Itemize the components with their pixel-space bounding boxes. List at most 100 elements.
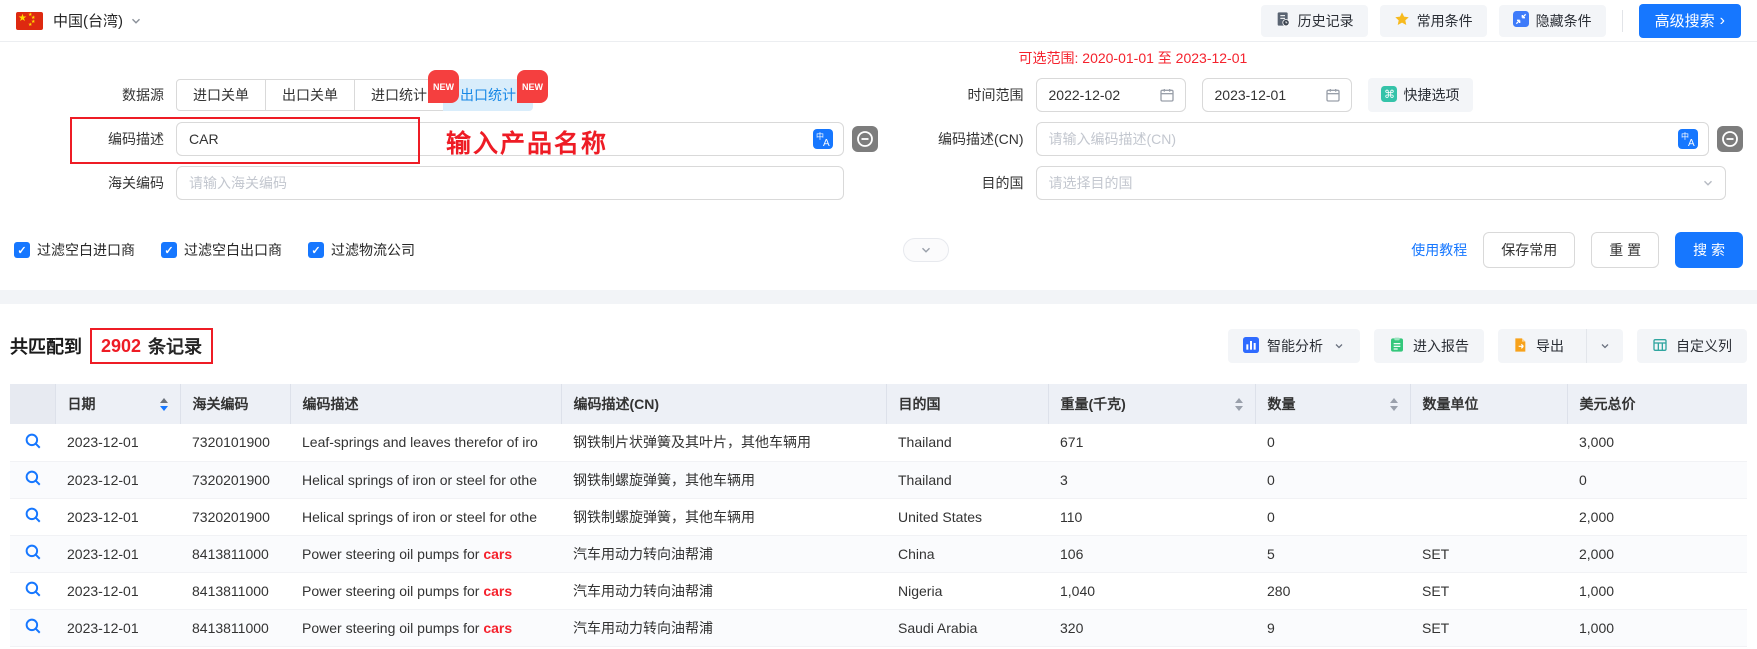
- chevron-down-icon: [1601, 344, 1609, 349]
- col-weight-header[interactable]: 重量(千克): [1048, 384, 1256, 424]
- sort-control[interactable]: [159, 397, 168, 411]
- cell-weight: 671: [1048, 424, 1255, 462]
- checkbox-filter-logistics[interactable]: ✓ 过滤物流公司: [308, 240, 415, 260]
- cell-hs-code: 7320201900: [180, 461, 290, 499]
- cell-weight: 320: [1048, 609, 1255, 647]
- col-actions-header: [10, 384, 56, 424]
- filter-options-row: ✓ 过滤空白进口商 ✓ 过滤空白出口商 ✓ 过滤物流公司 使用教程 保存常用 重…: [14, 230, 1743, 270]
- hide-conditions-button-label: 隐藏条件: [1535, 12, 1592, 29]
- cell-date: 2023-12-01: [55, 535, 180, 573]
- date-to-input[interactable]: [1212, 86, 1319, 104]
- col-country-header: 目的国: [886, 384, 1049, 424]
- cell-desc: Power steering oil pumps for cars: [290, 535, 561, 573]
- hs-code-input[interactable]: [187, 174, 833, 192]
- cell-hs-code: 7320101900: [180, 424, 290, 462]
- cell-desc: Leaf-springs and leaves therefor of iro: [290, 424, 561, 462]
- cell-hs-code: 8413811000: [180, 535, 290, 573]
- date-from-input[interactable]: [1046, 86, 1153, 104]
- cell-date: 2023-12-01: [55, 424, 180, 462]
- sort-control[interactable]: [1389, 397, 1398, 411]
- row-search-button[interactable]: [10, 535, 55, 573]
- cell-qty: 0: [1255, 461, 1410, 499]
- destination-select[interactable]: [1035, 166, 1726, 200]
- cell-desc-cn: 汽车用动力转向油帮浦: [561, 609, 886, 647]
- smart-analysis-button[interactable]: 智能分析: [1228, 329, 1360, 363]
- cell-usd: 0: [1567, 461, 1747, 499]
- tab-import-statistics[interactable]: 进口统计 NEW: [354, 70, 459, 111]
- row-search-button[interactable]: [10, 461, 55, 499]
- advanced-search-button[interactable]: 高级搜索 ›: [1638, 3, 1741, 38]
- checkbox-label: 过滤空白出口商: [184, 242, 282, 258]
- custom-columns-button[interactable]: 自定义列: [1637, 329, 1747, 363]
- favorites-button[interactable]: 常用条件: [1379, 4, 1487, 37]
- calendar-icon[interactable]: [1325, 87, 1341, 103]
- desc-cn-input[interactable]: [1046, 130, 1672, 148]
- country-selector-label[interactable]: 中国(台湾): [53, 10, 123, 31]
- table-row: 2023-12-01 8413811000 Power steering oil p…: [10, 572, 1747, 610]
- exclude-filter-icon[interactable]: [1717, 126, 1743, 152]
- translate-icon[interactable]: 中A: [813, 129, 833, 149]
- row-magnifier-icon: [25, 470, 40, 486]
- command-icon: ⌘: [1380, 85, 1397, 105]
- reset-button[interactable]: 重 置: [1591, 232, 1660, 268]
- sort-control[interactable]: [1234, 397, 1243, 411]
- report-icon: [1389, 337, 1405, 356]
- chevron-down-icon[interactable]: [129, 14, 143, 28]
- new-badge: NEW: [428, 70, 459, 103]
- collapse-filters-button[interactable]: [903, 238, 950, 262]
- tutorial-link[interactable]: 使用教程: [1411, 240, 1467, 260]
- enter-report-label: 进入报告: [1413, 338, 1469, 354]
- table-row: 2023-12-01 7320201900 Helical springs of i…: [10, 498, 1747, 536]
- export-dropdown-button[interactable]: [1586, 329, 1623, 363]
- destination-select-input[interactable]: [1046, 174, 1695, 192]
- checkbox-filter-blank-exporters[interactable]: ✓ 过滤空白出口商: [161, 240, 282, 260]
- hide-conditions-button[interactable]: 隐藏条件: [1498, 4, 1606, 37]
- cell-usd: 2,000: [1567, 498, 1747, 536]
- desc-input[interactable]: [187, 130, 807, 148]
- checkbox-checked-icon: ✓: [308, 242, 324, 258]
- cell-qty: 0: [1255, 498, 1410, 536]
- row-search-button[interactable]: [10, 572, 55, 610]
- cell-hs-code: 8413811000: [180, 609, 290, 647]
- cell-date: 2023-12-01: [55, 609, 180, 647]
- topbar: ★ ★ ★ ★ ★ 中国(台湾) 历史记录 常用条件 隐藏条件 高级搜索 ›: [0, 0, 1757, 42]
- filter-panel: 数据源 进口关单 出口关单 进口统计NEW 出口统计NEW 编码描述 中A: [0, 42, 1757, 270]
- new-badge: NEW: [517, 70, 548, 103]
- tab-import-declarations[interactable]: 进口关单: [176, 79, 266, 111]
- calendar-icon[interactable]: [1159, 87, 1175, 103]
- results-table: 日期 海关编码 编码描述 编码描述(CN) 目的国 重量(千克) 数量 数量单位…: [10, 384, 1747, 647]
- cell-usd: 1,000: [1567, 609, 1747, 647]
- china-flag-icon: ★ ★ ★ ★ ★: [16, 11, 43, 30]
- cell-qty: 0: [1255, 424, 1410, 462]
- row-search-button[interactable]: [10, 424, 55, 462]
- date-range-hint: 可选范围: 2020-01-01 至 2023-12-01: [1018, 50, 1248, 66]
- tab-export-declarations[interactable]: 出口关单: [265, 79, 355, 111]
- save-conditions-button[interactable]: 保存常用: [1483, 232, 1576, 268]
- row-magnifier-icon: [25, 581, 40, 597]
- cell-desc-cn: 汽车用动力转向油帮浦: [561, 572, 886, 610]
- divider: [1621, 9, 1623, 32]
- row-search-button[interactable]: [10, 609, 55, 647]
- custom-columns-label: 自定义列: [1676, 338, 1732, 354]
- export-button[interactable]: 导出: [1498, 329, 1578, 363]
- cell-date: 2023-12-01: [55, 498, 180, 536]
- search-button[interactable]: 搜 索: [1675, 232, 1743, 268]
- enter-report-button[interactable]: 进入报告: [1374, 329, 1484, 363]
- col-qty-header[interactable]: 数量: [1255, 384, 1411, 424]
- cell-qty: 9: [1255, 609, 1410, 647]
- desc-input-wrap: 中A: [176, 122, 844, 156]
- checkbox-filter-blank-importers[interactable]: ✓ 过滤空白进口商: [14, 240, 135, 260]
- cell-unit: SET: [1410, 572, 1567, 610]
- cell-unit: [1410, 424, 1567, 462]
- exclude-filter-icon[interactable]: [852, 126, 878, 152]
- chevron-right-icon: ›: [1719, 11, 1725, 29]
- svg-text:A: A: [1688, 138, 1695, 149]
- col-date-header[interactable]: 日期: [55, 384, 181, 424]
- row-search-button[interactable]: [10, 498, 55, 536]
- history-button[interactable]: 历史记录: [1260, 4, 1368, 37]
- translate-icon[interactable]: 中A: [1678, 129, 1698, 149]
- quick-options-button[interactable]: ⌘ 快捷选项: [1367, 78, 1473, 112]
- results-count-prefix: 共匹配到: [10, 337, 82, 357]
- cell-desc: Power steering oil pumps for cars: [290, 572, 561, 610]
- checkbox-label: 过滤物流公司: [331, 242, 415, 258]
